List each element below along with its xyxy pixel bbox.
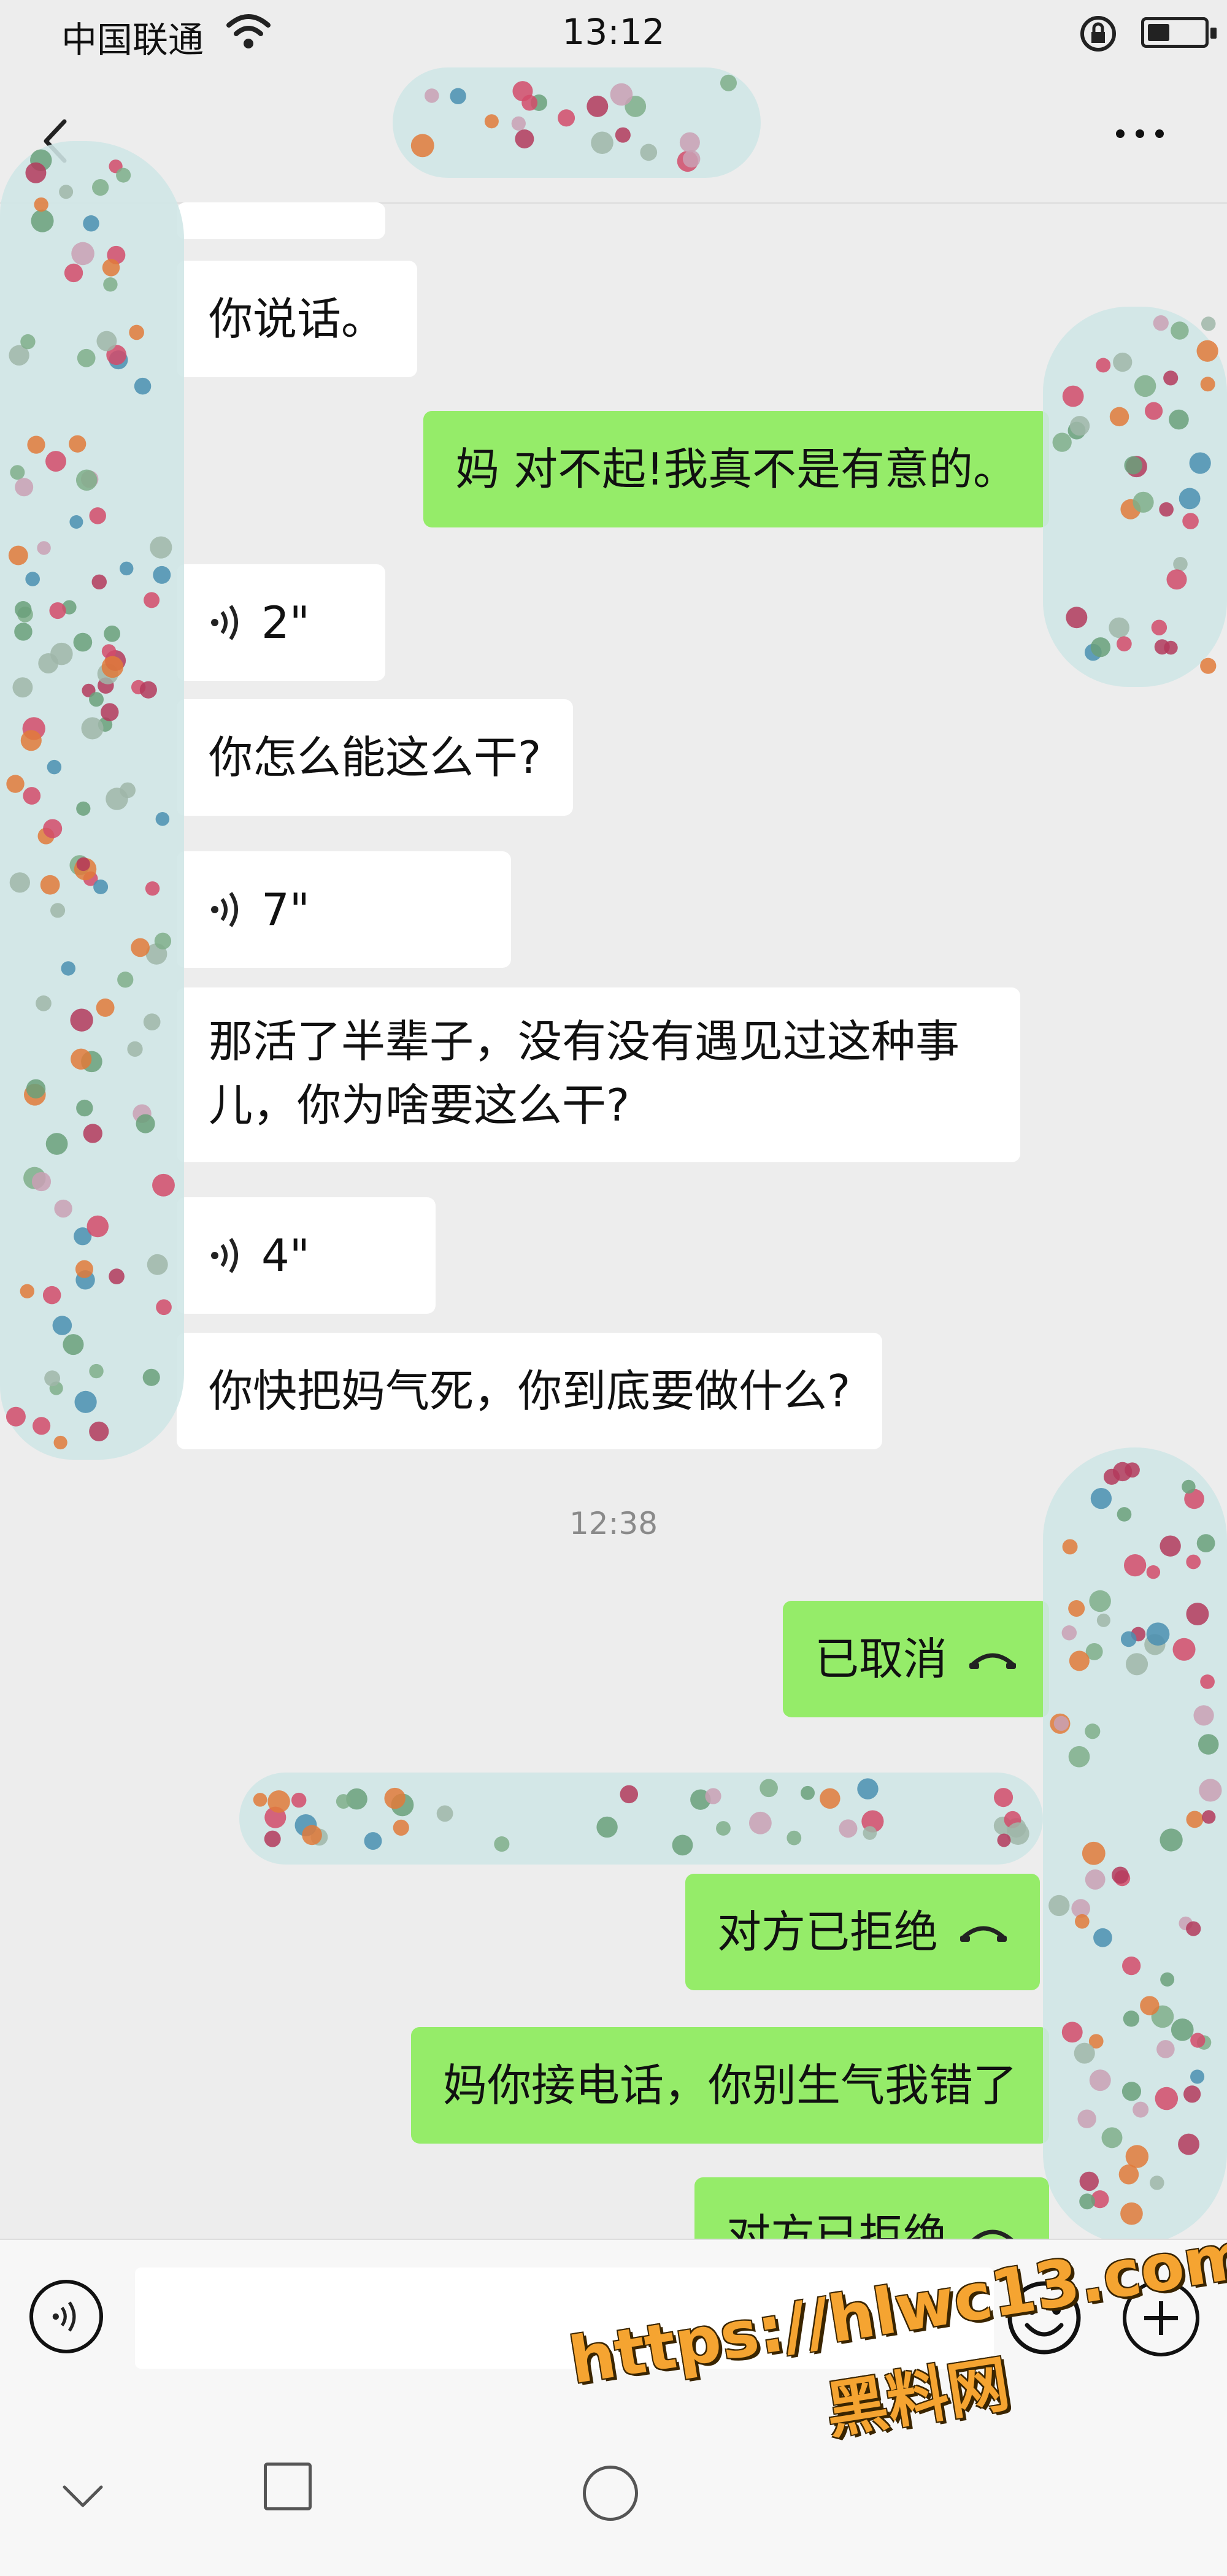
redaction-blob-left [0, 141, 184, 1460]
redaction-blob-right-lower [1043, 1447, 1227, 2245]
square-icon[interactable] [264, 2463, 312, 2510]
voice-duration: 7" [261, 884, 310, 935]
message-text: 你怎么能这么干? [209, 732, 542, 783]
more-icon[interactable] [1110, 129, 1184, 159]
status-bar: 中国联通 13:12 [0, 0, 1227, 67]
battery-icon [1141, 17, 1217, 48]
redaction-blob-middle [239, 1773, 1043, 1865]
call-record-outgoing[interactable]: 对方已拒绝 [685, 1874, 1040, 1990]
message-text: 你说话。 [209, 293, 386, 345]
voice-message[interactable]: 2" [177, 564, 385, 681]
message-text-line: 那活了半辈子，没有没有遇见过这种事 [209, 1016, 960, 1067]
voice-message[interactable]: 4" [177, 1197, 436, 1314]
call-record-outgoing[interactable]: 对方已拒绝 [694, 2177, 1049, 2239]
voice-icon [211, 1238, 238, 1273]
rotation-lock-icon [1080, 16, 1116, 52]
call-status-text: 对方已拒绝 [717, 1906, 938, 1958]
call-status-text: 对方已拒绝 [726, 2210, 947, 2239]
message-bubble-incoming[interactable]: 你说话。 [177, 261, 418, 377]
status-time: 13:12 [562, 11, 665, 53]
call-icon [972, 2229, 1014, 2239]
call-status-text: 已取消 [814, 1633, 947, 1685]
message-text: 妈 对不起!我真不是有意的。 [455, 443, 1017, 495]
redaction-blob-top [393, 67, 761, 178]
message-bubble-incoming[interactable]: 那活了半辈子，没有没有遇见过这种事 儿，你为啥要这么干? [177, 987, 1020, 1162]
message-text: 你快把妈气死，你到底要做什么? [209, 1365, 851, 1417]
chevron-down-icon[interactable] [58, 2478, 107, 2515]
message-bubble-incoming[interactable]: 你怎么能这么干? [177, 699, 574, 816]
voice-input-toggle[interactable] [29, 2280, 103, 2353]
message-text-line: 儿，你为啥要这么干? [209, 1079, 630, 1131]
message-text: 妈你接电话，你别生气我错了 [442, 2060, 1017, 2111]
call-icon [960, 1926, 1007, 1942]
message-bubble-outgoing[interactable]: 妈你接电话，你别生气我错了 [410, 2027, 1049, 2144]
battery-level [1148, 24, 1170, 41]
message-bubble-outgoing[interactable]: 妈 对不起!我真不是有意的。 [423, 411, 1049, 527]
voice-icon [52, 2301, 76, 2332]
message-bubble-partial [177, 202, 385, 239]
voice-icon [211, 892, 238, 927]
voice-message[interactable]: 7" [177, 851, 511, 968]
voice-duration: 2" [261, 597, 310, 648]
redaction-blob-right-upper [1043, 307, 1227, 687]
call-icon [969, 1653, 1016, 1669]
voice-duration: 4" [261, 1230, 310, 1281]
voice-icon [211, 605, 238, 640]
call-record-outgoing[interactable]: 已取消 [782, 1601, 1049, 1717]
message-bubble-incoming[interactable]: 你快把妈气死，你到底要做什么? [177, 1333, 883, 1449]
